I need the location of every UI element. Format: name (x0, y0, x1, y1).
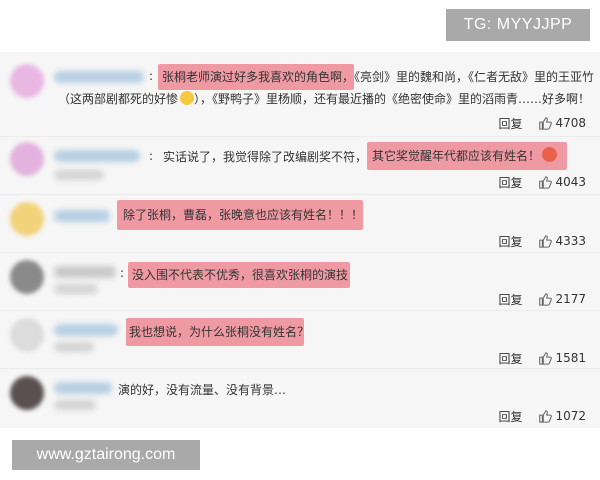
comment-text-line2: （这两部剧都死的好惨 ），《野鸭子》里杨顺，还有最近播的《绝密使命》里的滔雨青……… (58, 89, 590, 109)
avatar[interactable] (10, 142, 44, 176)
avatar[interactable] (10, 202, 44, 236)
comment-actions: 回复 1581 (498, 350, 586, 366)
comment-item: : 张桐老师演过好多我喜欢的角色啊，《亮剑》里的魏和尚，《仁者无敌》里的王亚竹 … (0, 52, 600, 134)
crying-laughing-emoji-icon (180, 91, 195, 105)
user-meta (54, 170, 104, 180)
reply-button[interactable]: 回复 (498, 408, 522, 425)
like-count: 4333 (555, 234, 586, 248)
colon: : (120, 266, 125, 280)
comment-text-part: ），《野鸭子》里杨顺，还有最近播的《绝密使命》里的滔雨青……好多啊！ (194, 92, 591, 106)
username[interactable] (54, 210, 110, 222)
reply-button[interactable]: 回复 (498, 233, 522, 250)
comment-actions: 回复 4043 (498, 174, 586, 190)
username[interactable] (54, 324, 118, 336)
divider (0, 310, 600, 311)
comment-list: : 张桐老师演过好多我喜欢的角色啊，《亮剑》里的魏和尚，《仁者无敌》里的王亚竹 … (0, 52, 600, 428)
comment-actions: 回复 4708 (498, 115, 586, 131)
comment-text: 除了张桐，曹磊，张晚意也应该有姓名！！！ (123, 208, 364, 222)
comment-actions: 回复 1072 (498, 408, 586, 424)
comment-item: 我也想说，为什么张桐没有姓名？ 回复 1581 (0, 312, 600, 366)
colon: : (149, 69, 154, 83)
user-meta (54, 342, 94, 352)
like-button[interactable]: 2177 (538, 292, 586, 306)
comment-actions: 回复 4333 (498, 233, 586, 249)
comment-item: 除了张桐，曹磊，张晚意也应该有姓名！！！ 回复 4333 (0, 196, 600, 250)
watermark-bottom: www.gztairong.com (12, 440, 200, 470)
like-count: 1581 (555, 351, 586, 365)
divider (0, 136, 600, 137)
avatar[interactable] (10, 376, 44, 410)
thumbs-up-icon (539, 352, 553, 365)
avatar[interactable] (10, 260, 44, 294)
like-button[interactable]: 4708 (538, 116, 586, 130)
angry-face-emoji-icon (542, 147, 558, 162)
username[interactable] (54, 382, 112, 394)
divider (0, 194, 600, 195)
comment-text-highlight: 其它奖觉醒年代都应该有姓名！ (372, 145, 558, 167)
user-meta (54, 284, 98, 294)
divider (0, 252, 600, 253)
username[interactable] (54, 71, 144, 83)
like-count: 2177 (555, 292, 586, 306)
like-button[interactable]: 1581 (538, 351, 586, 365)
like-button[interactable]: 4333 (538, 234, 586, 248)
thumbs-up-icon (539, 235, 553, 248)
comment-item: : 没入围不代表不优秀，很喜欢张桐的演技 回复 2177 (0, 254, 600, 308)
reply-button[interactable]: 回复 (498, 291, 522, 308)
username[interactable] (54, 150, 140, 162)
divider (0, 368, 600, 369)
comment-text-part: 其它奖觉醒年代都应该有姓名！ (372, 149, 541, 163)
user-meta (54, 400, 96, 410)
comment-text: 演的好，没有流量、没有背景… (118, 383, 287, 397)
comment-item: : 实话说了，我觉得除了改编剧奖不符， 其它奖觉醒年代都应该有姓名！ 回复 40… (0, 138, 600, 192)
like-button[interactable]: 4043 (538, 175, 586, 189)
comment-text-part: （这两部剧都死的好惨 (58, 92, 179, 106)
comment-item: 演的好，没有流量、没有背景… 回复 1072 (0, 370, 600, 428)
comment-text: 实话说了，我觉得除了改编剧奖不符， (163, 150, 368, 164)
thumbs-up-icon (539, 410, 553, 423)
thumbs-up-icon (539, 117, 553, 130)
colon: : (149, 149, 154, 163)
like-count: 1072 (555, 409, 586, 423)
like-count: 4043 (555, 175, 586, 189)
like-button[interactable]: 1072 (538, 409, 586, 423)
comment-text: 我也想说，为什么张桐没有姓名？ (129, 325, 310, 339)
reply-button[interactable]: 回复 (498, 350, 522, 367)
watermark-top: TG: MYYJJPP (446, 9, 590, 41)
like-count: 4708 (555, 116, 586, 130)
thumbs-up-icon (539, 293, 553, 306)
reply-button[interactable]: 回复 (498, 115, 522, 132)
avatar[interactable] (10, 64, 44, 98)
reply-button[interactable]: 回复 (498, 174, 522, 191)
avatar[interactable] (10, 318, 44, 352)
comment-actions: 回复 2177 (498, 291, 586, 307)
thumbs-up-icon (539, 176, 553, 189)
comment-text: 没入围不代表不优秀，很喜欢张桐的演技 (132, 268, 349, 282)
username[interactable] (54, 266, 116, 278)
comment-text: 张桐老师演过好多我喜欢的角色啊，《亮剑》里的魏和尚，《仁者无敌》里的王亚竹 (162, 70, 595, 84)
